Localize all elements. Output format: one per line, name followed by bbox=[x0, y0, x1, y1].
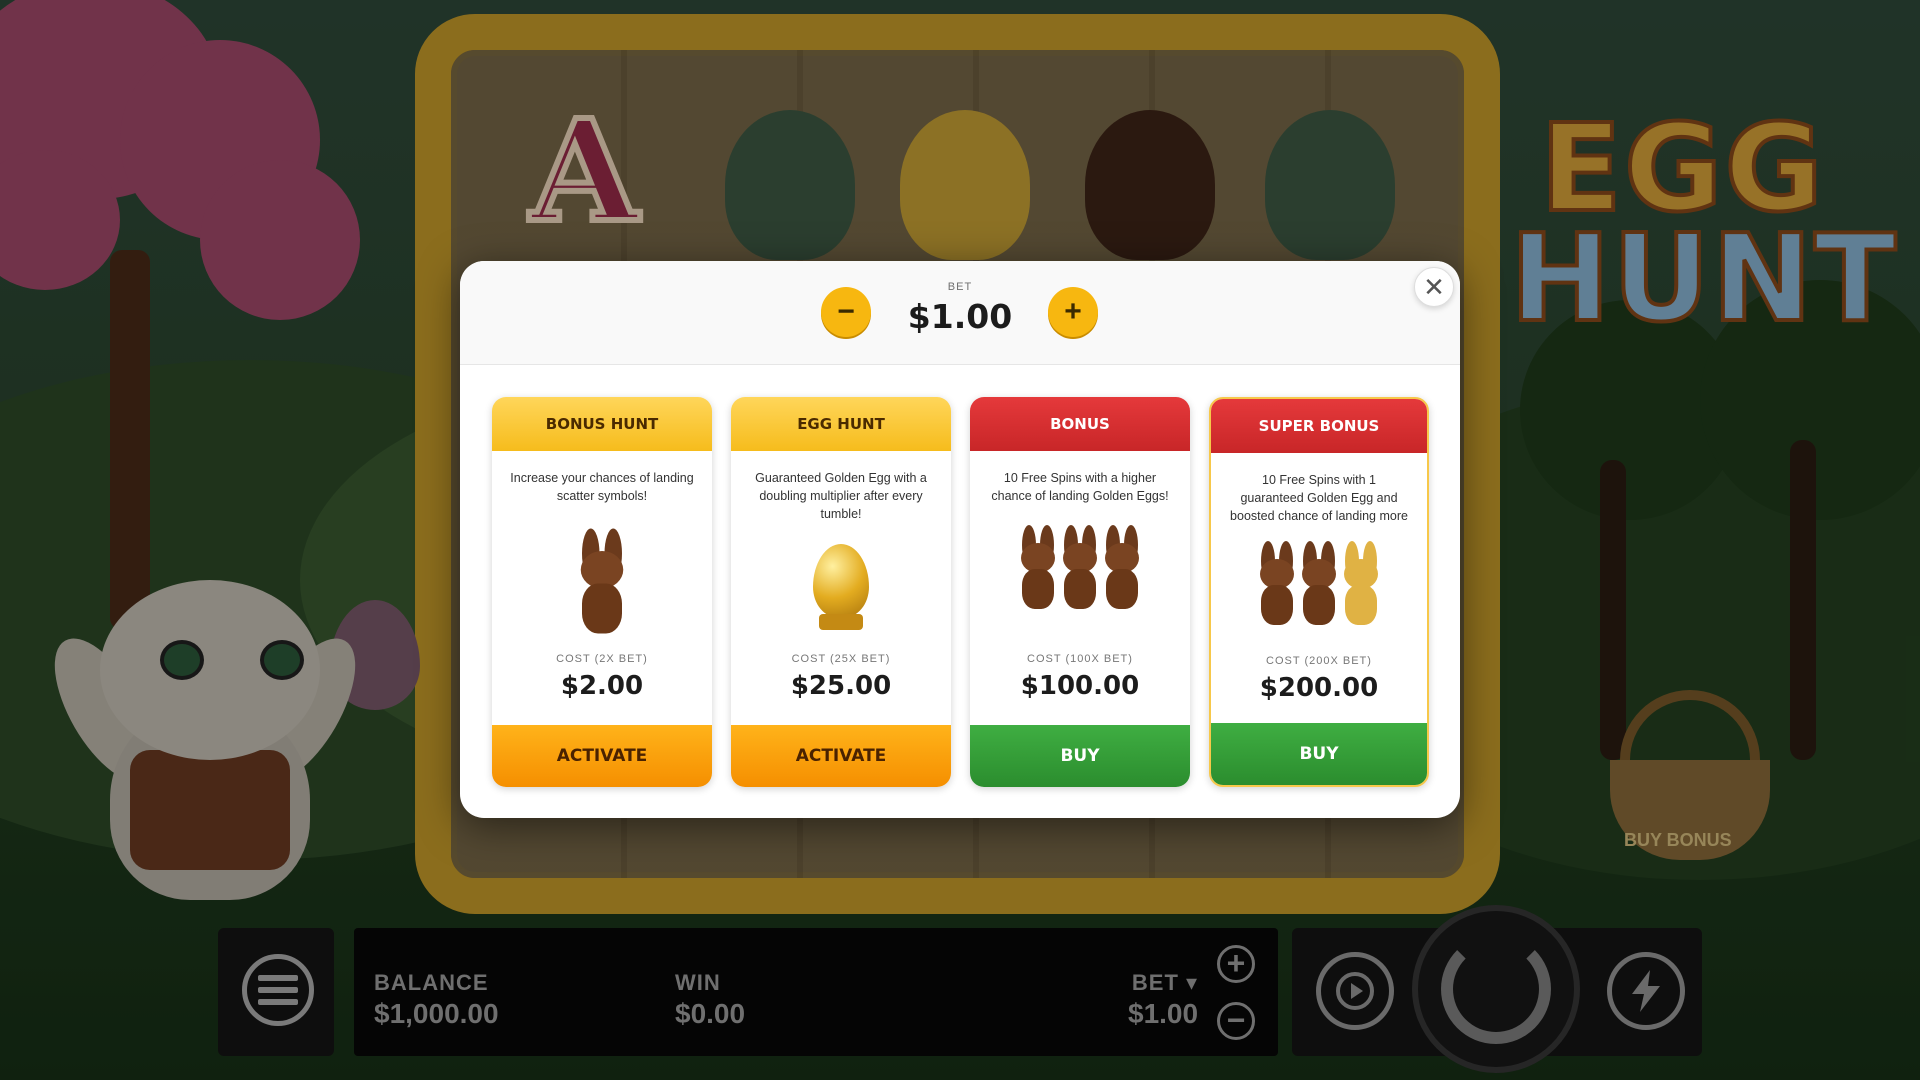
card-art bbox=[492, 528, 712, 634]
golden-bunny-icon bbox=[1341, 541, 1381, 625]
chocolate-bunny-icon bbox=[577, 528, 627, 634]
close-icon[interactable]: ✕ bbox=[1414, 267, 1454, 307]
chocolate-bunny-icon bbox=[1102, 525, 1142, 609]
cost-label: COST (200X BET) bbox=[1266, 655, 1372, 667]
card-title: Egg Hunt bbox=[731, 397, 951, 451]
card-description: Guaranteed Golden Egg with a doubling mu… bbox=[755, 471, 927, 521]
card-description: 10 Free Spins with 1 guaranteed Golden E… bbox=[1230, 473, 1408, 523]
modal-header: BET $1.00 − + bbox=[460, 261, 1460, 365]
turbo-icon[interactable] bbox=[1607, 952, 1685, 1030]
menu-panel bbox=[218, 928, 334, 1056]
bet-display[interactable]: BET ▾ $1.00 bbox=[1128, 970, 1198, 1030]
feature-card-bonus-hunt: Bonus Hunt Increase your chances of land… bbox=[492, 397, 712, 787]
card-art bbox=[970, 517, 1190, 617]
autoplay-icon[interactable] bbox=[1316, 952, 1394, 1030]
bet-increase-button[interactable]: + bbox=[1217, 945, 1255, 983]
activate-button[interactable]: Activate bbox=[492, 725, 712, 787]
buy-button[interactable]: Buy bbox=[970, 725, 1190, 787]
card-art bbox=[731, 531, 951, 631]
feature-card-bonus: Bonus 10 Free Spins with a higher chance… bbox=[970, 397, 1190, 787]
win-display: WIN $0.00 bbox=[675, 970, 746, 1029]
balance-display: BALANCE $1,000.00 bbox=[374, 970, 499, 1029]
card-title: Bonus Hunt bbox=[492, 397, 712, 451]
cost-label: COST (2X BET) bbox=[556, 653, 648, 665]
cost-value: $100.00 bbox=[1020, 671, 1140, 701]
cost-value: $200.00 bbox=[1259, 673, 1379, 703]
activate-button[interactable]: Activate bbox=[731, 725, 951, 787]
chocolate-bunny-icon bbox=[1018, 525, 1058, 609]
cost-value: $25.00 bbox=[790, 671, 892, 701]
minus-icon[interactable]: − bbox=[821, 287, 871, 337]
lightning-glyph bbox=[1632, 970, 1660, 1012]
bet-value: $1.00 bbox=[907, 297, 1013, 336]
chocolate-bunny-icon bbox=[1299, 541, 1339, 625]
bet-decrease-button[interactable]: − bbox=[1217, 1002, 1255, 1040]
card-art bbox=[1211, 533, 1427, 633]
cost-label: COST (100X BET) bbox=[1027, 653, 1133, 665]
feature-card-super-bonus: Super Bonus 10 Free Spins with 1 guarant… bbox=[1209, 397, 1429, 787]
feature-card-egg-hunt: Egg Hunt Guaranteed Golden Egg with a do… bbox=[731, 397, 951, 787]
card-description: Increase your chances of landing scatter… bbox=[510, 471, 694, 503]
card-title: Super Bonus bbox=[1211, 399, 1427, 453]
chocolate-bunny-icon bbox=[1060, 525, 1100, 609]
info-bar: BALANCE $1,000.00 WIN $0.00 BET ▾ $1.00 … bbox=[354, 928, 1278, 1056]
cost-label: COST (25X BET) bbox=[791, 653, 891, 665]
golden-egg-icon bbox=[813, 544, 869, 630]
chocolate-bunny-icon bbox=[1257, 541, 1297, 625]
cost-value: $2.00 bbox=[560, 671, 644, 701]
plus-icon[interactable]: + bbox=[1048, 287, 1098, 337]
card-title: Bonus bbox=[970, 397, 1190, 451]
spin-icon bbox=[1441, 934, 1551, 1044]
autoplay-glyph bbox=[1336, 972, 1374, 1010]
bet-label: BET bbox=[947, 281, 973, 293]
buy-feature-modal: BET $1.00 − + ✕ Bonus Hunt Increase your… bbox=[460, 261, 1460, 818]
spin-button[interactable] bbox=[1412, 905, 1580, 1073]
menu-icon[interactable] bbox=[242, 954, 314, 1026]
buy-button[interactable]: Buy bbox=[1211, 723, 1427, 785]
